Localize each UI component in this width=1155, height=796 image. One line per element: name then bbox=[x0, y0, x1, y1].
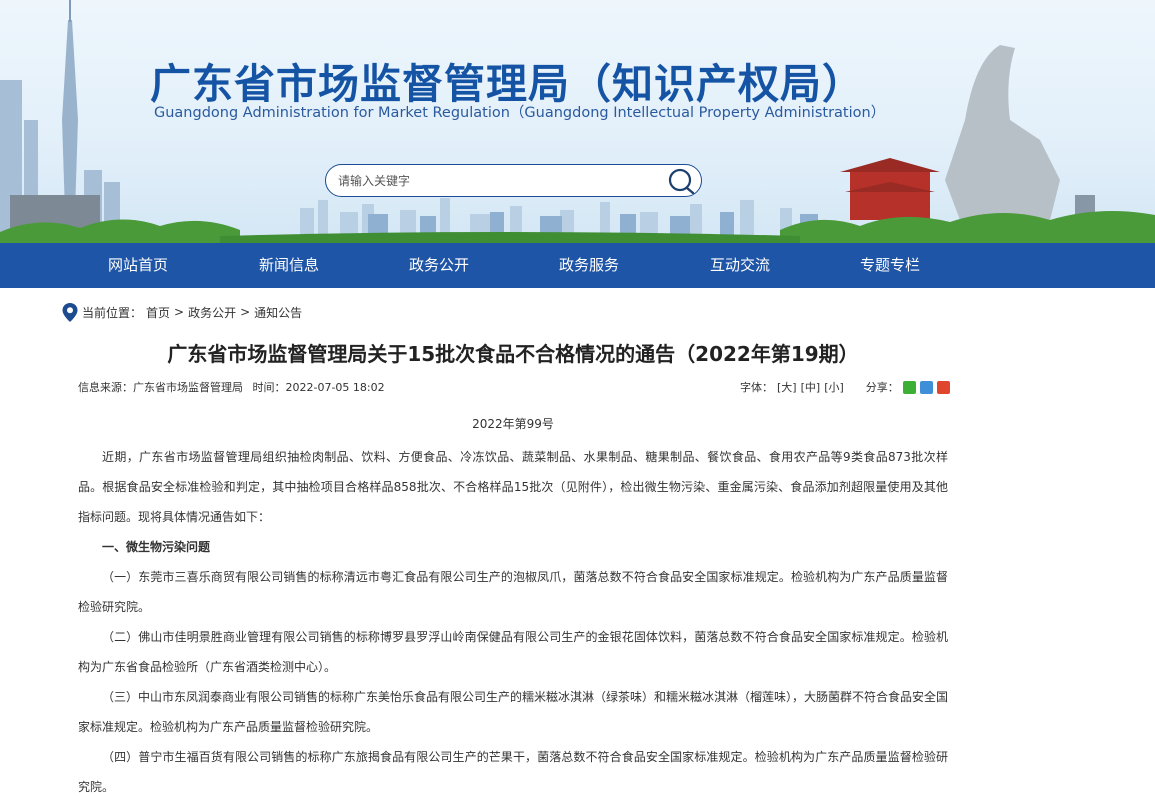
breadcrumb-separator: > bbox=[240, 305, 251, 319]
issue-number: 2022年第99号 bbox=[472, 417, 554, 431]
location-pin-icon bbox=[62, 302, 78, 322]
article-title: 广东省市场监督管理局关于15批次食品不合格情况的通告（2022年第19期） bbox=[167, 342, 859, 366]
article-source: 信息来源：广东省市场监督管理局 bbox=[78, 381, 243, 394]
search-icon[interactable] bbox=[667, 168, 695, 194]
header-banner: 广东省市场监督管理局（知识产权局） Guangdong Administrati… bbox=[0, 0, 1155, 243]
nav-news[interactable]: 新闻信息 bbox=[219, 243, 359, 288]
section-heading: 一、微生物污染问题 bbox=[102, 540, 211, 554]
weibo-share-icon[interactable] bbox=[936, 380, 950, 394]
article-paragraph: （三）中山市东凤润泰商业有限公司销售的标称广东美怡乐食品有限公司生产的糯米糍冰淇… bbox=[78, 690, 949, 734]
breadcrumb-label: 当前位置： bbox=[82, 305, 143, 320]
breadcrumb: 当前位置： 首页 > 政务公开 > 通知公告 bbox=[62, 302, 302, 322]
article-paragraph: 近期，广东省市场监督管理局组织抽检肉制品、饮料、方便食品、冷冻饮品、蔬菜制品、水… bbox=[78, 450, 948, 524]
wechat-share-icon[interactable] bbox=[902, 380, 916, 394]
nav-topics[interactable]: 专题专栏 bbox=[820, 243, 960, 288]
nav-gov-affairs[interactable]: 政务公开 bbox=[369, 243, 509, 288]
share-label: 分享： bbox=[865, 381, 899, 394]
qzone-share-icon[interactable] bbox=[919, 380, 933, 394]
search-box bbox=[325, 164, 702, 197]
article-paragraph: （二）佛山市佳明景胜商业管理有限公司销售的标称博罗县罗浮山岭南保健品有限公司生产… bbox=[78, 630, 948, 674]
site-subtitle: Guangdong Administration for Market Regu… bbox=[154, 105, 886, 121]
breadcrumb-gov-affairs[interactable]: 政务公开 bbox=[188, 304, 236, 321]
breadcrumb-notices[interactable]: 通知公告 bbox=[254, 304, 302, 321]
font-large-button[interactable]: [大] bbox=[777, 379, 797, 395]
article-paragraph: （一）东莞市三喜乐商贸有限公司销售的标称清远市粤汇食品有限公司生产的泡椒凤爪，菌… bbox=[78, 570, 948, 614]
font-size-label: 字体： bbox=[740, 381, 773, 394]
font-small-button[interactable]: [小] bbox=[824, 379, 844, 395]
breadcrumb-home[interactable]: 首页 bbox=[146, 304, 170, 321]
article-paragraph: （四）普宁市生福百货有限公司销售的标称广东旅揭食品有限公司生产的芒果干，菌落总数… bbox=[78, 750, 948, 794]
article-time: 时间：2022-07-05 18:02 bbox=[252, 381, 385, 394]
article-body: 2022年第99号 近期，广东省市场监督管理局组织抽检肉制品、饮料、方便食品、冷… bbox=[78, 412, 948, 796]
article-meta: 信息来源：广东省市场监督管理局 时间：2022-07-05 18:02 bbox=[78, 379, 391, 395]
nav-interaction[interactable]: 互动交流 bbox=[670, 243, 810, 288]
font-medium-button[interactable]: [中] bbox=[801, 379, 821, 395]
main-nav: 网站首页 新闻信息 政务公开 政务服务 互动交流 专题专栏 bbox=[0, 243, 1155, 288]
breadcrumb-separator: > bbox=[174, 305, 185, 319]
article-tools: 字体： [大] [中] [小] 分享： bbox=[740, 379, 950, 395]
nav-gov-services[interactable]: 政务服务 bbox=[519, 243, 659, 288]
nav-home[interactable]: 网站首页 bbox=[68, 243, 208, 288]
search-input[interactable] bbox=[338, 165, 658, 196]
